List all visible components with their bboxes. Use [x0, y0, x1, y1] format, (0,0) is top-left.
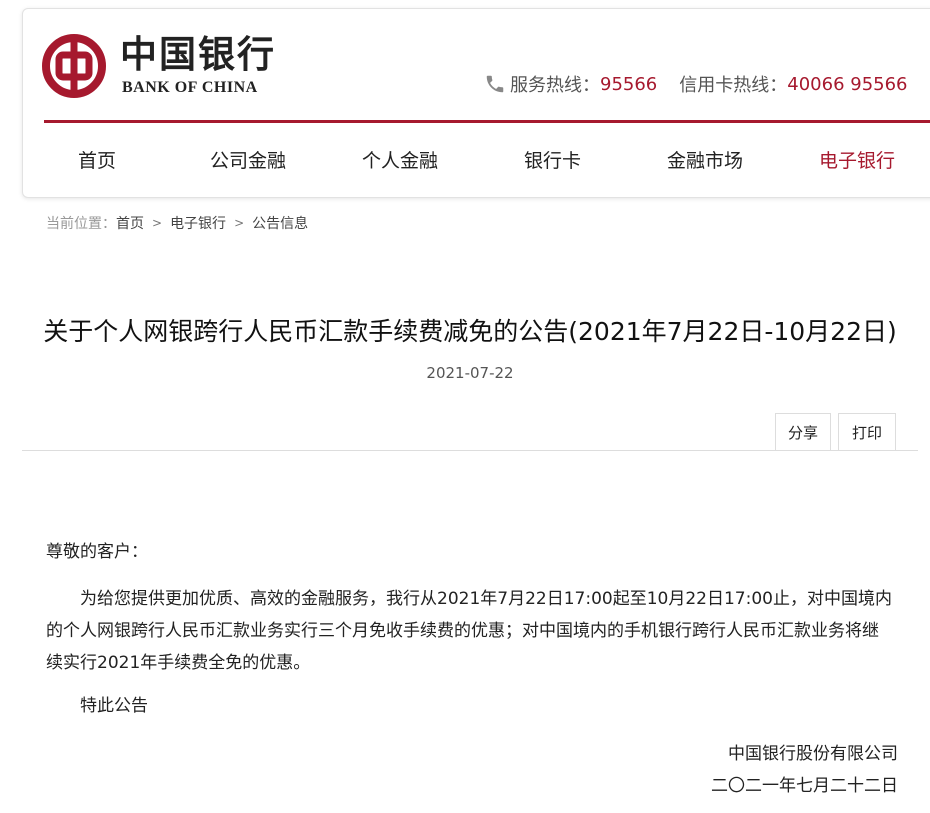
article-closing: 特此公告 — [80, 696, 148, 716]
brand-name-cn: 中国银行 — [120, 32, 276, 76]
nav-item-markets[interactable]: 金融市场 — [667, 132, 743, 190]
brand-name-en: BANK OF CHINA — [122, 79, 258, 96]
card-hotline-number[interactable]: 40066 95566 — [787, 74, 907, 95]
card-hotline-label: 信用卡热线： — [679, 75, 788, 96]
breadcrumb: 当前位置： 首页 > 电子银行 > 公告信息 — [46, 212, 308, 234]
breadcrumb-prefix: 当前位置： — [46, 216, 116, 232]
article-signature: 中国银行股份有限公司 二〇二一年七月二十二日 — [711, 738, 898, 802]
breadcrumb-ebanking[interactable]: 电子银行 — [170, 213, 226, 233]
nav-item-personal[interactable]: 个人金融 — [362, 132, 438, 190]
article-date: 2021-07-22 — [426, 364, 514, 382]
signature-org: 中国银行股份有限公司 — [728, 744, 898, 764]
main-nav: 首页 公司金融 个人金融 银行卡 金融市场 电子银行 — [22, 132, 930, 190]
article-divider — [22, 450, 918, 451]
nav-item-ebanking[interactable]: 电子银行 — [819, 132, 895, 190]
article-greeting: 尊敬的客户： — [46, 542, 148, 562]
chevron-right-icon: > — [152, 216, 163, 230]
nav-item-corporate[interactable]: 公司金融 — [210, 132, 286, 190]
breadcrumb-home[interactable]: 首页 — [116, 213, 144, 233]
share-button[interactable]: 分享 — [775, 413, 831, 450]
chevron-right-icon: > — [234, 216, 245, 230]
article-title: 关于个人网银跨行人民币汇款手续费减免的公告(2021年7月22日-10月22日) — [43, 317, 897, 346]
print-button[interactable]: 打印 — [838, 413, 896, 450]
bank-of-china-logo-icon[interactable] — [42, 34, 106, 98]
hotline-bar: 服务热线： 95566 信用卡热线： 40066 95566 — [484, 70, 908, 98]
service-hotline-label: 服务热线： — [510, 75, 600, 96]
nav-item-cards[interactable]: 银行卡 — [524, 132, 581, 190]
breadcrumb-notices[interactable]: 公告信息 — [252, 213, 308, 233]
nav-item-home[interactable]: 首页 — [78, 132, 116, 190]
service-hotline-number[interactable]: 95566 — [600, 74, 657, 95]
header-divider — [44, 120, 930, 123]
article-paragraph: 为给您提供更加优质、高效的金融服务，我行从2021年7月22日17:00起至10… — [46, 589, 892, 673]
phone-icon — [486, 75, 504, 93]
signature-date: 二〇二一年七月二十二日 — [711, 776, 898, 796]
